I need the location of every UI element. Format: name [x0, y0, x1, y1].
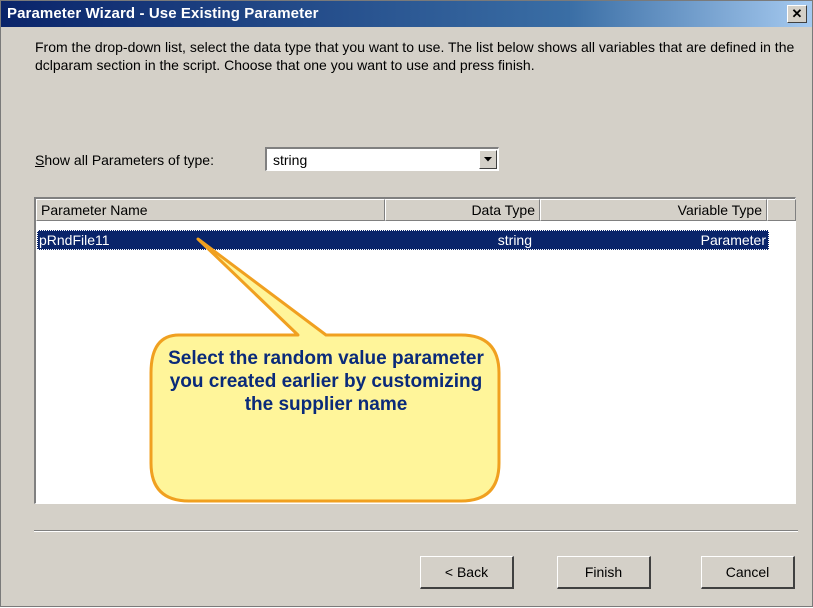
column-header-parameter-name[interactable]: Parameter Name: [36, 199, 385, 221]
list-header: Parameter Name Data Type Variable Type: [36, 199, 796, 221]
callout-text: Select the random value parameter you cr…: [168, 348, 484, 415]
chevron-down-icon: [484, 157, 492, 162]
close-button[interactable]: ✕: [787, 5, 807, 23]
divider-highlight: [34, 531, 798, 532]
column-header-filler: [767, 199, 796, 221]
row-parameter-name: pRndFile11: [39, 232, 110, 248]
type-filter-label-rest: how all Parameters of type:: [44, 152, 214, 168]
finish-button[interactable]: Finish: [557, 556, 651, 589]
window-title: Parameter Wizard - Use Existing Paramete…: [7, 5, 319, 22]
close-icon: ✕: [791, 6, 803, 21]
cancel-button[interactable]: Cancel: [701, 556, 795, 589]
instructions-text: From the drop-down list, select the data…: [35, 39, 795, 73]
column-header-data-type[interactable]: Data Type: [385, 199, 540, 221]
back-button-label: < Back: [444, 564, 489, 580]
cancel-button-label: Cancel: [725, 564, 770, 580]
finish-button-label: Finish: [584, 564, 623, 580]
list-item[interactable]: pRndFile11 string Parameter: [37, 230, 769, 250]
type-filter-dropdown[interactable]: string: [265, 147, 499, 171]
type-filter-label: Show all Parameters of type:: [35, 152, 214, 168]
row-variable-type: Parameter: [700, 232, 766, 248]
type-filter-accelerator: S: [35, 152, 45, 168]
parameter-wizard-dialog: Parameter Wizard - Use Existing Paramete…: [0, 0, 813, 607]
column-header-variable-type[interactable]: Variable Type: [540, 199, 767, 221]
dropdown-button[interactable]: [479, 150, 497, 169]
type-filter-value: string: [273, 152, 308, 168]
back-button[interactable]: < Back: [420, 556, 514, 589]
row-data-type: string: [497, 232, 532, 248]
title-bar[interactable]: Parameter Wizard - Use Existing Paramete…: [1, 1, 812, 27]
